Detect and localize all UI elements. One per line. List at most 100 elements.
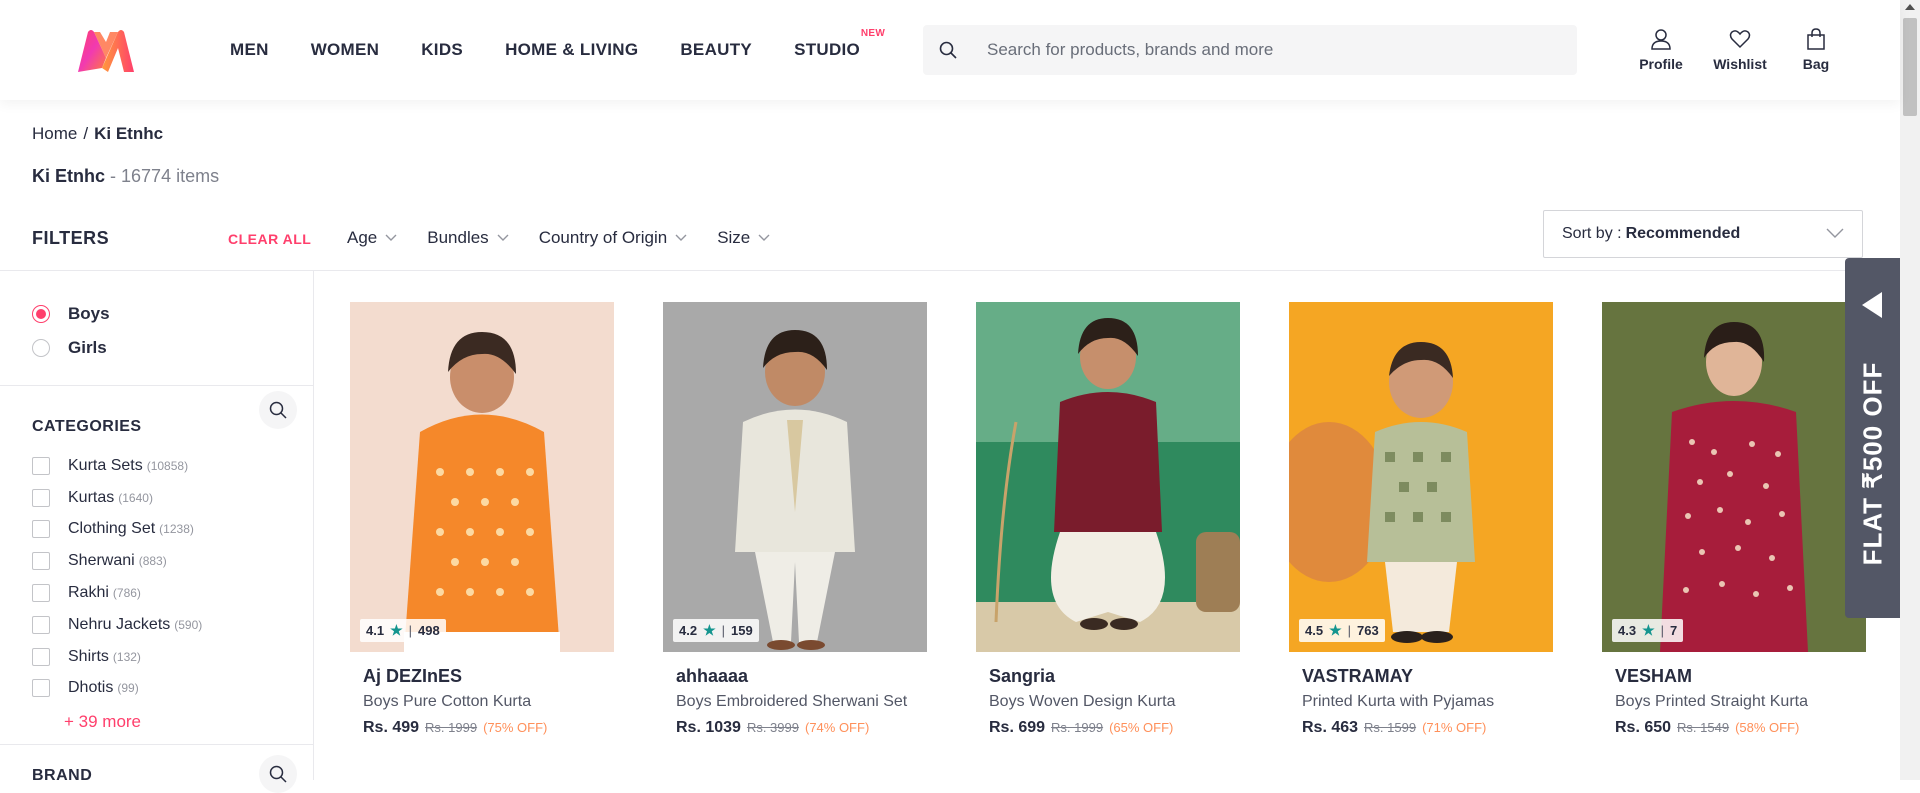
header-actions: Profile Wishlist Bag bbox=[1620, 28, 1854, 72]
checkbox[interactable] bbox=[32, 520, 50, 539]
radio-selected[interactable] bbox=[32, 305, 50, 323]
rating-value: 4.1 bbox=[366, 623, 385, 638]
gender-label: Girls bbox=[68, 338, 107, 357]
myntra-logo[interactable] bbox=[74, 28, 138, 74]
product-mrp: Rs. 1599 bbox=[1364, 720, 1417, 735]
product-card[interactable]: 4.2 ★ | 159 ahhaaaa Boys Embroidered Sherwa… bbox=[663, 302, 927, 737]
gender-filter: Boys Girls bbox=[0, 271, 313, 365]
brand-search-button[interactable] bbox=[259, 755, 297, 793]
search-icon bbox=[269, 766, 287, 783]
category-kurta-sets[interactable]: Kurta Sets (10858) bbox=[32, 450, 313, 482]
product-image[interactable]: 4.2 ★ | 159 bbox=[663, 302, 927, 652]
price-row: Rs. 650 Rs. 1549 (58% OFF) bbox=[1615, 719, 1866, 737]
product-card[interactable]: 4.1 ★ | 498 Aj DEZInES Boys Pure Cotton Kur… bbox=[350, 302, 614, 737]
product-card[interactable]: 4.5 ★ | 763 VASTRAMAY Printed Kurta with Py… bbox=[1289, 302, 1553, 737]
nav-women[interactable]: WOMEN bbox=[311, 40, 380, 60]
nav-home-living[interactable]: HOME & LIVING bbox=[505, 40, 638, 60]
chevron-down-icon bbox=[675, 234, 687, 241]
search-icon[interactable] bbox=[924, 41, 972, 59]
product-price: Rs. 699 bbox=[989, 719, 1046, 736]
checkbox[interactable] bbox=[32, 488, 50, 507]
product-image[interactable]: 4.3 ★ | 7 bbox=[1602, 302, 1866, 652]
heart-icon bbox=[1729, 30, 1751, 49]
product-discount: (74% OFF) bbox=[804, 720, 870, 735]
main-nav: MEN WOMEN KIDS HOME & LIVING BEAUTY STUD… bbox=[230, 0, 902, 100]
filter-age[interactable]: Age bbox=[347, 228, 397, 248]
radio-unselected[interactable] bbox=[32, 339, 50, 357]
product-mrp: Rs. 1549 bbox=[1677, 720, 1730, 735]
new-badge: NEW bbox=[860, 28, 886, 39]
scrollbar-thumb[interactable] bbox=[1903, 18, 1917, 116]
category-count: (10858) bbox=[146, 458, 189, 473]
caret-left-icon bbox=[1862, 292, 1882, 318]
rating-value: 4.5 bbox=[1305, 623, 1324, 638]
product-card[interactable]: Sangria Boys Woven Design Kurta Rs. 699 R… bbox=[976, 302, 1240, 737]
page-scrollbar[interactable] bbox=[1900, 0, 1920, 780]
filter-country-label: Country of Origin bbox=[538, 228, 668, 247]
rating-badge: 4.3 ★ | 7 bbox=[1612, 619, 1684, 642]
product-image[interactable]: 4.5 ★ | 763 bbox=[1289, 302, 1553, 652]
checkbox[interactable] bbox=[32, 647, 50, 666]
checkbox[interactable] bbox=[32, 584, 50, 603]
breadcrumb: Home / Ki Etnhc bbox=[32, 124, 163, 144]
product-image[interactable]: 4.1 ★ | 498 bbox=[350, 302, 614, 652]
product-card[interactable]: 4.3 ★ | 7 VESHAM Boys Printed Straight Kurt… bbox=[1602, 302, 1866, 737]
page-title: Ki Etnhc - 16774 items bbox=[32, 166, 219, 187]
nav-beauty[interactable]: BEAUTY bbox=[680, 40, 752, 60]
search-bar[interactable] bbox=[923, 25, 1577, 75]
category-shirts[interactable]: Shirts (132) bbox=[32, 641, 313, 673]
search-input[interactable] bbox=[972, 40, 1576, 60]
category-rakhi[interactable]: Rakhi (786) bbox=[32, 577, 313, 609]
category-label: Kurtas bbox=[68, 488, 115, 506]
checkbox[interactable] bbox=[32, 615, 50, 634]
scroll-up-arrow-icon[interactable] bbox=[1905, 4, 1915, 10]
product-discount: (75% OFF) bbox=[483, 720, 548, 735]
category-nehru-jackets[interactable]: Nehru Jackets (590) bbox=[32, 609, 313, 641]
sort-dropdown[interactable]: Sort by : Recommended bbox=[1543, 210, 1863, 258]
product-image[interactable] bbox=[976, 302, 1240, 652]
gender-option-girls[interactable]: Girls bbox=[32, 331, 313, 365]
product-info: Aj DEZInES Boys Pure Cotton Kurta Rs. 49… bbox=[350, 652, 614, 737]
category-count: (883) bbox=[138, 554, 167, 569]
flat-offer-tab[interactable]: FLAT ₹500 OFF bbox=[1845, 258, 1900, 618]
category-label: Rakhi bbox=[68, 584, 109, 602]
checkbox[interactable] bbox=[32, 679, 50, 698]
rating-value: 4.2 bbox=[679, 623, 698, 638]
filter-size-label: Size bbox=[717, 228, 751, 247]
breadcrumb-separator: / bbox=[83, 124, 89, 143]
product-info: ahhaaaa Boys Embroidered Sherwani Set Rs… bbox=[663, 652, 927, 737]
nav-kids[interactable]: KIDS bbox=[421, 40, 463, 60]
wishlist-button[interactable]: Wishlist bbox=[1702, 28, 1778, 72]
chevron-down-icon bbox=[1826, 228, 1844, 238]
filter-country-of-origin[interactable]: Country of Origin bbox=[539, 228, 688, 248]
filter-bundles[interactable]: Bundles bbox=[427, 228, 509, 248]
more-categories-link[interactable]: + 39 more bbox=[0, 704, 313, 732]
category-kurtas[interactable]: Kurtas (1640) bbox=[32, 482, 313, 514]
star-icon: ★ bbox=[390, 622, 403, 638]
category-count: (590) bbox=[174, 617, 203, 632]
checkbox[interactable] bbox=[32, 456, 50, 475]
star-icon: ★ bbox=[703, 622, 716, 638]
filter-size[interactable]: Size bbox=[717, 228, 770, 248]
nav-men[interactable]: MEN bbox=[230, 40, 269, 60]
nav-studio[interactable]: STUDIO NEW bbox=[794, 28, 885, 60]
product-mrp: Rs. 1999 bbox=[1051, 720, 1104, 735]
rating-badge: 4.5 ★ | 763 bbox=[1299, 619, 1385, 642]
product-brand: ahhaaaa bbox=[676, 666, 749, 686]
breadcrumb-home[interactable]: Home bbox=[32, 124, 77, 143]
bag-button[interactable]: Bag bbox=[1778, 28, 1854, 72]
profile-button[interactable]: Profile bbox=[1620, 28, 1702, 72]
clear-all-button[interactable]: CLEAR ALL bbox=[228, 231, 311, 247]
category-sherwani[interactable]: Sherwani (883) bbox=[32, 545, 313, 577]
gender-option-boys[interactable]: Boys bbox=[32, 297, 313, 331]
item-count: - 16774 items bbox=[110, 166, 220, 186]
category-search-button[interactable] bbox=[259, 391, 297, 429]
category-dhotis[interactable]: Dhotis (99) bbox=[32, 673, 313, 705]
product-brand: Aj DEZInES bbox=[363, 666, 463, 686]
bag-label: Bag bbox=[1802, 56, 1830, 72]
product-name: Printed Kurta with Pyjamas bbox=[1302, 693, 1495, 710]
category-clothing-set[interactable]: Clothing Set (1238) bbox=[32, 514, 313, 546]
category-count: (1238) bbox=[159, 522, 194, 537]
checkbox[interactable] bbox=[32, 552, 50, 571]
product-brand: VESHAM bbox=[1615, 666, 1693, 686]
